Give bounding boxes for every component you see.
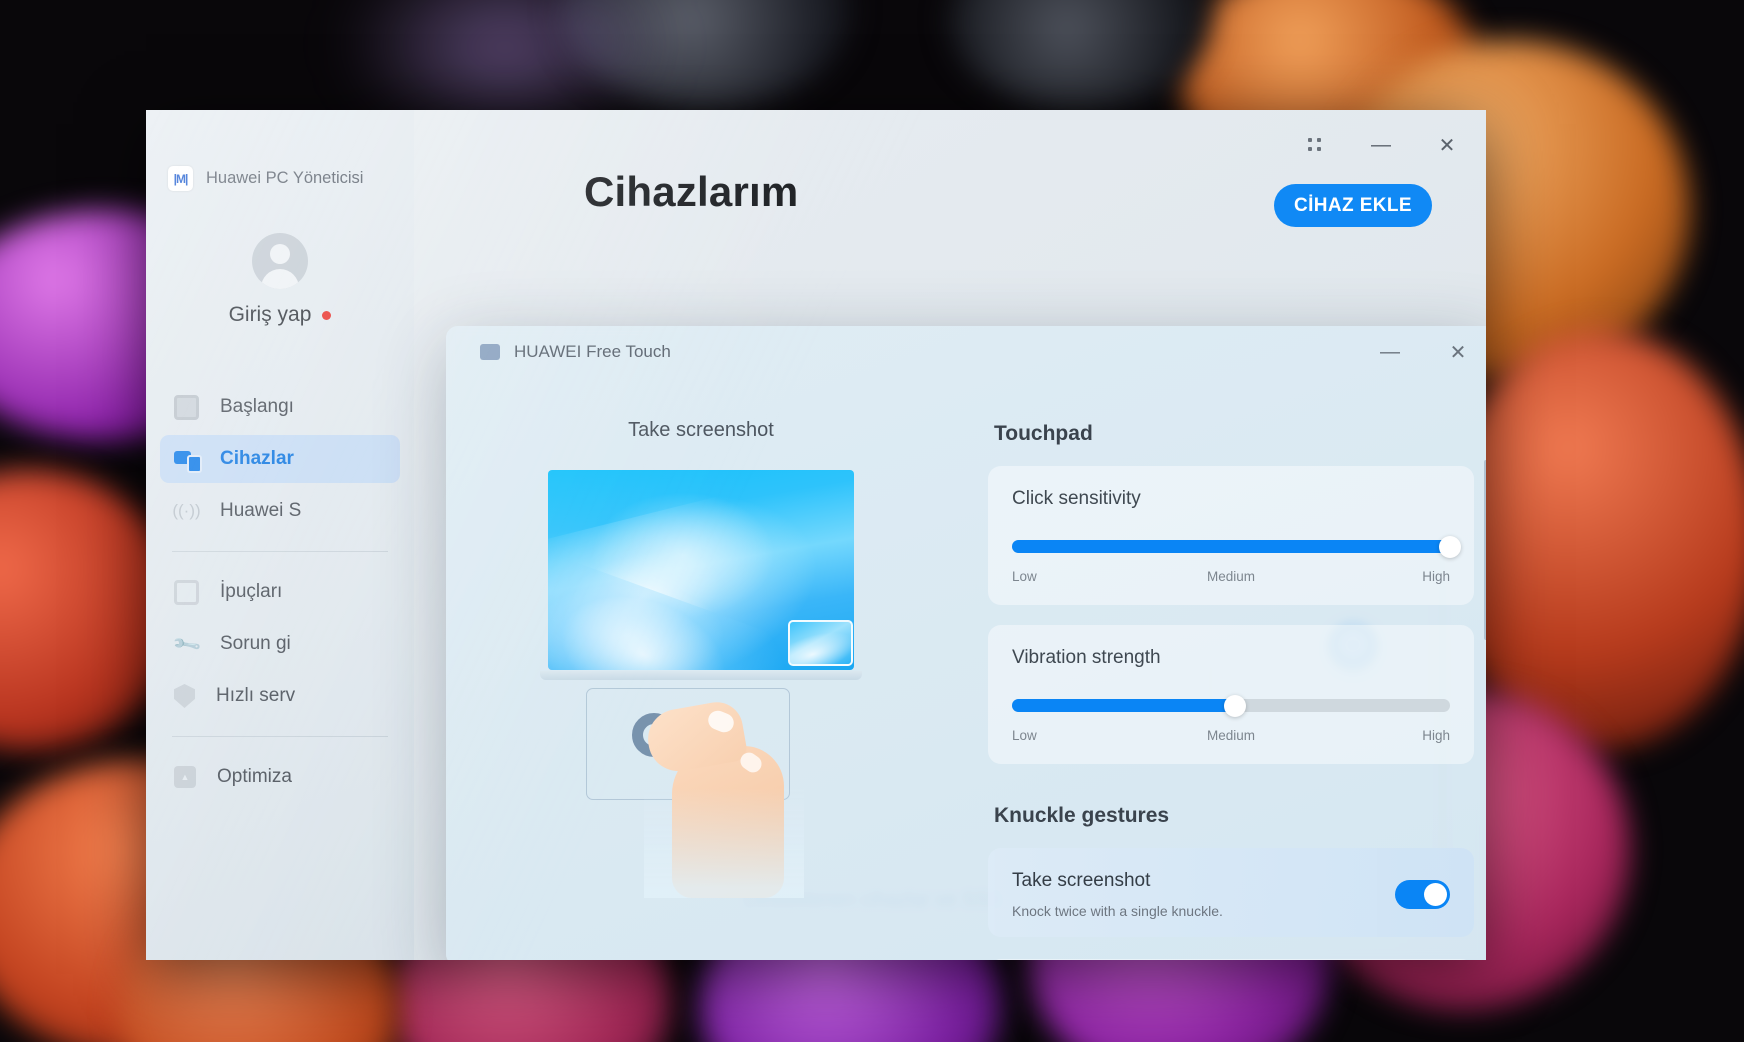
slider-tick-labels: Low Medium High <box>1012 728 1450 746</box>
hand-knuckle-graphic <box>643 698 804 898</box>
tick-high: High <box>1422 728 1450 743</box>
take-screenshot-gesture-card[interactable]: Take screenshot Knock twice with a singl… <box>988 848 1474 937</box>
dialog-right-column: Touchpad Click sensitivity Low Medium Hi… <box>966 382 1486 960</box>
tick-medium: Medium <box>1206 728 1256 743</box>
sidebar-item-huawei-share[interactable]: ((·)) Huawei S <box>160 487 400 535</box>
sidebar-nav: Başlangı Cihazlar ((·)) Huawei S İpuçlar… <box>146 383 414 801</box>
dialog-title: HUAWEI Free Touch <box>514 342 671 361</box>
notification-dot-icon <box>322 310 332 320</box>
vibration-strength-label: Vibration strength <box>1012 647 1161 668</box>
free-touch-dialog: HUAWEI Free Touch — ✕ Take screenshot To… <box>446 326 1486 960</box>
huawei-pc-manager-window: |M| Huawei PC Yöneticisi Giriş yap Başla… <box>146 110 1486 960</box>
sidebar-divider <box>172 736 388 737</box>
take-screenshot-toggle[interactable] <box>1395 880 1450 909</box>
monitor-icon <box>174 394 199 420</box>
next-gesture-card-partial[interactable] <box>988 959 1474 960</box>
sidebar-item-ipuclari[interactable]: İpuçları <box>160 568 400 616</box>
brand-name: Huawei PC Yöneticisi <box>206 169 364 187</box>
sidebar-item-label: Cihazlar <box>220 448 294 469</box>
tick-low: Low <box>1012 569 1037 584</box>
wallpaper-blob <box>950 0 1210 110</box>
dialog-close-icon[interactable]: ✕ <box>1446 340 1470 364</box>
sidebar-divider <box>172 551 388 552</box>
touchpad-section-heading: Touchpad <box>994 422 1093 445</box>
devices-icon <box>174 447 202 473</box>
dialog-minimize-icon[interactable]: — <box>1378 340 1402 364</box>
tick-high: High <box>1422 569 1450 584</box>
gesture-title: Take screenshot <box>1012 870 1151 891</box>
knuckle-gesture-illustration <box>540 470 862 898</box>
screenshot-thumbnail <box>788 620 853 666</box>
slider-fill <box>1012 540 1450 553</box>
shield-icon <box>174 684 195 708</box>
sign-in-label[interactable]: Giriş yap <box>229 303 312 327</box>
dialog-scrollbar[interactable] <box>1484 460 1486 640</box>
wrench-icon: 🔧 <box>171 629 203 660</box>
laptop-screen-graphic <box>548 470 854 670</box>
vibration-strength-slider[interactable] <box>1012 695 1450 717</box>
sidebar: |M| Huawei PC Yöneticisi Giriş yap Başla… <box>146 110 414 960</box>
sidebar-item-cihazlar[interactable]: Cihazlar <box>160 435 400 483</box>
minimize-icon[interactable]: — <box>1368 132 1394 158</box>
sidebar-item-label: Optimiza <box>217 766 292 787</box>
left-column-heading: Take screenshot <box>628 419 774 441</box>
info-icon <box>174 579 199 605</box>
sidebar-item-label: Huawei S <box>220 500 302 521</box>
sidebar-item-label: Sorun gi <box>220 633 291 654</box>
wallpaper-blob <box>340 0 670 120</box>
slider-fill <box>1012 699 1236 712</box>
sidebar-item-label: Hızlı serv <box>216 685 296 706</box>
gesture-subtitle: Knock twice with a single knuckle. <box>1012 903 1223 919</box>
sidebar-item-label: İpuçları <box>220 581 283 602</box>
slider-tick-labels: Low Medium High <box>1012 569 1450 587</box>
knuckle-gestures-heading: Knuckle gestures <box>994 804 1170 827</box>
account-block[interactable]: Giriş yap <box>146 233 414 327</box>
slider-handle[interactable] <box>1224 695 1247 717</box>
sidebar-item-sorun-giderme[interactable]: 🔧 Sorun gi <box>160 620 400 668</box>
tick-low: Low <box>1012 728 1037 743</box>
sidebar-item-hizli-servis[interactable]: Hızlı serv <box>160 672 400 720</box>
click-sensitivity-label: Click sensitivity <box>1012 488 1141 509</box>
laptop-base-graphic <box>540 671 862 680</box>
avatar <box>252 233 308 289</box>
grid-icon[interactable] <box>1302 132 1328 158</box>
sidebar-item-label: Başlangı <box>220 396 294 417</box>
dialog-titlebar: HUAWEI Free Touch — ✕ <box>446 326 1486 378</box>
vibration-strength-card: Vibration strength Low Medium High <box>988 625 1474 764</box>
page-title: Cihazlarım <box>584 168 799 215</box>
brand: |M| Huawei PC Yöneticisi <box>146 110 414 191</box>
sidebar-item-optimizasyon[interactable]: Optimiza <box>160 753 400 801</box>
upload-icon <box>174 766 196 788</box>
close-icon[interactable]: ✕ <box>1434 132 1460 158</box>
sidebar-item-baslangic[interactable]: Başlangı <box>160 383 400 431</box>
slider-handle[interactable] <box>1439 536 1461 558</box>
tick-medium: Medium <box>1206 569 1256 584</box>
click-sensitivity-card: Click sensitivity Low Medium High <box>988 466 1474 605</box>
window-controls: — ✕ <box>1302 132 1460 158</box>
free-touch-app-icon <box>480 344 500 360</box>
dialog-left-column: Take screenshot <box>446 382 956 960</box>
app-logo-icon: |M| <box>168 166 193 191</box>
click-sensitivity-slider[interactable] <box>1012 536 1461 558</box>
wifi-icon: ((·)) <box>172 501 201 520</box>
add-device-button[interactable]: CİHAZ EKLE <box>1274 184 1432 227</box>
dialog-window-controls: — ✕ <box>1378 340 1470 364</box>
